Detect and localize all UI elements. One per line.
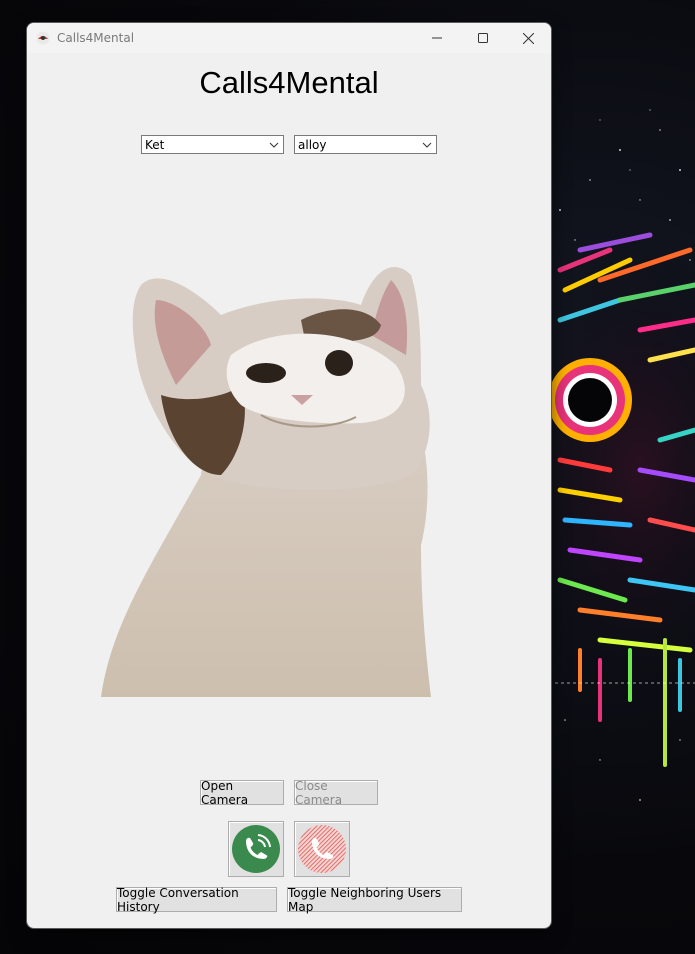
toggle-map-button[interactable]: Toggle Neighboring Users Map: [287, 886, 462, 914]
voice-select[interactable]: alloy: [294, 135, 437, 154]
close-icon: [522, 32, 534, 44]
phone-hangup-icon: [298, 825, 346, 873]
open-camera-button[interactable]: Open Camera: [200, 779, 284, 807]
maximize-button[interactable]: [460, 23, 506, 53]
phone-call-icon: [232, 825, 280, 873]
minimize-button[interactable]: [414, 23, 460, 53]
window-title: Calls4Mental: [57, 31, 135, 45]
video-frame-image: [101, 266, 431, 697]
toggle-history-button[interactable]: Toggle Conversation History: [116, 886, 277, 914]
model-select-value: Ket: [145, 138, 165, 152]
voice-select-value: alloy: [298, 138, 327, 152]
close-camera-button[interactable]: Close Camera: [294, 779, 378, 807]
start-call-button[interactable]: [228, 821, 284, 877]
minimize-icon: [432, 37, 442, 39]
end-call-button[interactable]: [294, 821, 350, 877]
app-heading: Calls4Mental: [199, 65, 379, 100]
close-button[interactable]: [505, 23, 551, 53]
desktop: Calls4Mental Calls4Mental Ket alloy Open…: [0, 0, 695, 954]
title-bar[interactable]: Calls4Mental: [27, 23, 551, 53]
app-icon: [36, 31, 50, 45]
chevron-down-icon: [269, 142, 279, 148]
app-window: Calls4Mental Calls4Mental Ket alloy Open…: [27, 23, 551, 928]
maximize-icon: [478, 33, 488, 43]
chevron-down-icon: [422, 142, 432, 148]
model-select[interactable]: Ket: [141, 135, 284, 154]
